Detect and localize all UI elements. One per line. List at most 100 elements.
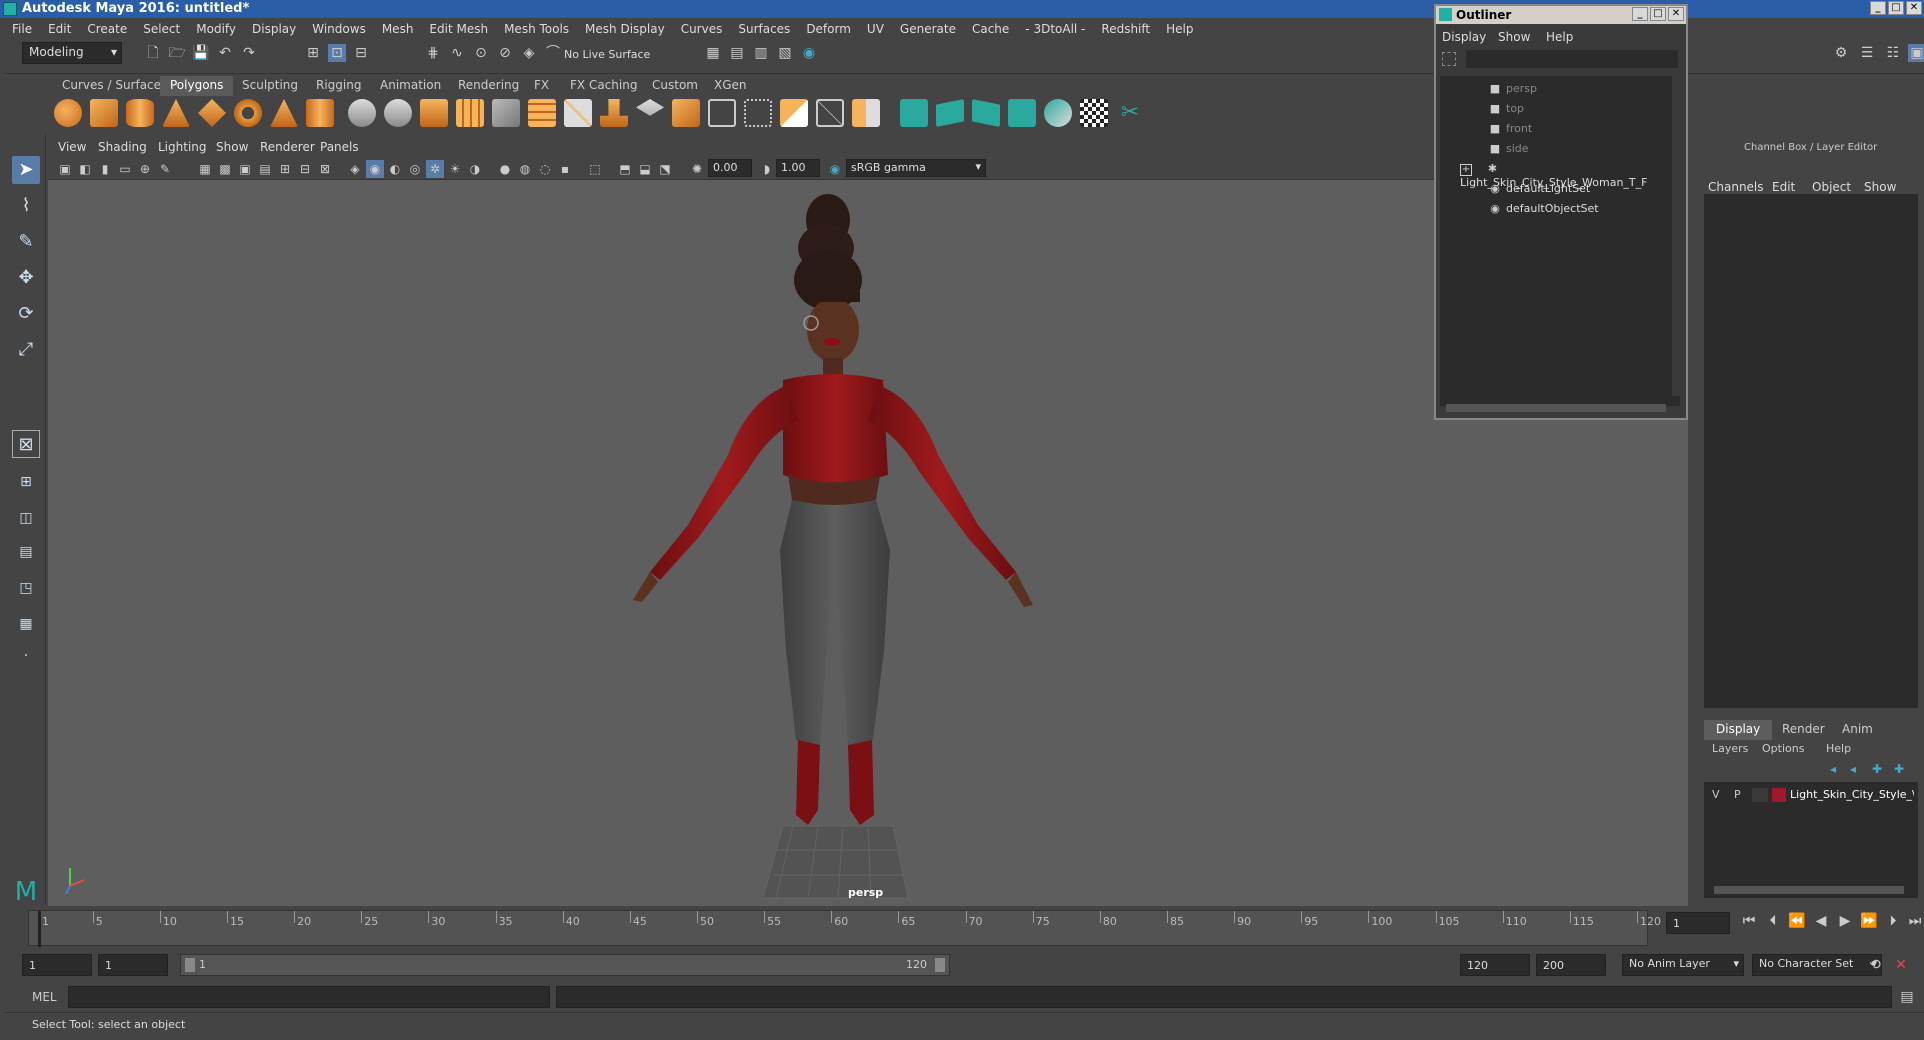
shelf-tab-animation[interactable]: Animation [370, 76, 451, 96]
menu-mesh-display[interactable]: Mesh Display [577, 22, 673, 36]
outliner-item[interactable]: ◉ defaultObjectSet [1488, 202, 1598, 215]
exposure-icon[interactable]: ✺ [688, 160, 706, 178]
layer-menu-options[interactable]: Options [1762, 742, 1804, 755]
menu-uv[interactable]: UV [859, 22, 892, 36]
step-back-key-icon[interactable]: ⏪ [1788, 912, 1806, 930]
outliner-item[interactable]: ■ persp [1488, 82, 1537, 95]
motion-blur-icon[interactable]: ● [496, 160, 514, 178]
render-frame-icon[interactable]: ▤ [728, 44, 746, 62]
layer-horizontal-scrollbar[interactable] [1714, 886, 1904, 894]
close-button[interactable]: ✕ [1906, 1, 1922, 15]
frame-selected-icon[interactable]: ⬓ [636, 160, 654, 178]
antialiasing-icon[interactable]: ◍ [516, 160, 534, 178]
outliner-item[interactable]: ■ front [1488, 122, 1532, 135]
separate-icon[interactable] [384, 99, 412, 127]
menu-set-dropdown[interactable]: Modeling ▾ [22, 42, 122, 64]
magnet-icon[interactable]: ⌒ [544, 44, 562, 62]
gamma-field[interactable]: 1.00 [776, 159, 820, 177]
menu-3dtoall[interactable]: - 3DtoAll - [1017, 22, 1093, 36]
menu-cache[interactable]: Cache [964, 22, 1017, 36]
color-management-icon[interactable]: ◉ [826, 160, 844, 178]
depth-of-field-icon[interactable]: ◌ [536, 160, 554, 178]
menu-select[interactable]: Select [135, 22, 188, 36]
field-chart-icon[interactable]: ⊠ [316, 160, 334, 178]
extract-icon[interactable] [420, 99, 448, 127]
menu-windows[interactable]: Windows [304, 22, 374, 36]
go-to-end-icon[interactable]: ⏭ [1906, 912, 1924, 930]
insert-edge-loop-icon[interactable] [744, 99, 772, 127]
playback-start-field[interactable]: 1 [98, 954, 168, 976]
combine-icon[interactable] [348, 99, 376, 127]
viewport-menu-renderer[interactable]: Renderer [260, 140, 315, 154]
gamma-icon[interactable]: ◗ [758, 160, 776, 178]
smooth-shade-icon[interactable]: ▩ [216, 160, 234, 178]
uv-planar-icon[interactable] [900, 99, 928, 127]
menu-mesh[interactable]: Mesh [374, 22, 422, 36]
select-by-object-icon[interactable]: ⊡ [328, 44, 346, 62]
command-language-label[interactable]: MEL [32, 990, 57, 1004]
textured-icon[interactable]: ▤ [256, 160, 274, 178]
attribute-editor-icon[interactable]: ☰ [1858, 44, 1876, 62]
layer-name[interactable]: Light_Skin_City_Style_\ [1790, 788, 1914, 801]
exposure-field[interactable]: 0.00 [708, 159, 752, 177]
shelf-tab-fx[interactable]: FX [524, 76, 559, 96]
layer-tab-render[interactable]: Render [1770, 720, 1837, 740]
snap-surface-icon[interactable]: ◈ [520, 44, 538, 62]
layout-options-icon[interactable]: · [12, 642, 40, 670]
shaded-wireframe-icon[interactable]: ▣ [236, 160, 254, 178]
channel-box-toggle-icon[interactable]: ▣ [1908, 44, 1924, 62]
outliner-layout-icon[interactable]: ▤ [12, 538, 40, 566]
snap-curve-icon[interactable]: ∿ [448, 44, 466, 62]
menu-edit[interactable]: Edit [40, 22, 79, 36]
poly-pipe-icon[interactable] [306, 99, 334, 127]
frame-all-icon[interactable]: ⬒ [616, 160, 634, 178]
uv-cylindrical-icon[interactable] [936, 99, 964, 127]
menu-help[interactable]: Help [1158, 22, 1201, 36]
move-layer-up-icon[interactable]: ◂ [1824, 760, 1842, 778]
layer-type-toggle[interactable] [1752, 788, 1768, 802]
character-set-dropdown[interactable]: No Character Set ▾ [1752, 954, 1882, 976]
display-selection-icon[interactable]: ⬚ [586, 160, 604, 178]
menu-mesh-tools[interactable]: Mesh Tools [496, 22, 577, 36]
layer-menu-layers[interactable]: Layers [1712, 742, 1748, 755]
menu-deform[interactable]: Deform [798, 22, 859, 36]
layer-menu-help[interactable]: Help [1826, 742, 1851, 755]
layer-playback-toggle[interactable]: P [1734, 788, 1741, 801]
menu-generate[interactable]: Generate [892, 22, 964, 36]
view-transform-dropdown[interactable]: sRGB gamma ▾ [846, 159, 986, 177]
poly-sphere-icon[interactable] [54, 99, 82, 127]
graph-editor-layout-icon[interactable]: ◳ [12, 574, 40, 602]
step-forward-key-icon[interactable]: ⏩ [1860, 912, 1878, 930]
shelf-tab-rendering[interactable]: Rendering [448, 76, 529, 96]
hud-icon[interactable]: ▪ [556, 160, 574, 178]
poly-plane-icon[interactable] [198, 99, 226, 127]
image-plane-icon[interactable]: ▭ [116, 160, 134, 178]
shelf-tab-sculpting[interactable]: Sculpting [232, 76, 308, 96]
channel-menu-object[interactable]: Object [1812, 180, 1851, 194]
shelf-tab-xgen[interactable]: XGen [704, 76, 757, 96]
outliner-titlebar[interactable]: Outliner _ □ ✕ [1436, 6, 1686, 24]
pencil-icon[interactable]: ✎ [156, 160, 174, 178]
viewport-menu-view[interactable]: View [58, 140, 86, 154]
default-material-icon[interactable]: ◉ [366, 160, 384, 178]
command-input[interactable] [68, 986, 550, 1008]
live-surface-label[interactable]: No Live Surface [564, 48, 650, 61]
new-layer-selected-icon[interactable]: ✚ [1890, 760, 1908, 778]
bevel-icon[interactable] [492, 99, 520, 127]
fill-hole-icon[interactable] [672, 99, 700, 127]
channel-menu-show[interactable]: Show [1864, 180, 1896, 194]
lasso-tool-icon[interactable]: ⌇ [12, 192, 40, 220]
range-start-handle[interactable] [185, 958, 195, 972]
go-to-start-icon[interactable]: ⏮ [1740, 912, 1758, 930]
render-view-icon[interactable]: ▦ [704, 44, 722, 62]
select-by-component-icon[interactable]: ⊟ [352, 44, 370, 62]
target-weld-icon[interactable] [816, 99, 844, 127]
menu-create[interactable]: Create [79, 22, 135, 36]
menu-modify[interactable]: Modify [188, 22, 244, 36]
merge-icon[interactable] [708, 99, 736, 127]
wireframe-icon[interactable]: ▦ [196, 160, 214, 178]
menu-display[interactable]: Display [244, 22, 304, 36]
new-layer-icon[interactable]: ✚ [1868, 760, 1886, 778]
viewport-menu-show[interactable]: Show [216, 140, 248, 154]
move-layer-down-icon[interactable]: ◂ [1844, 760, 1862, 778]
